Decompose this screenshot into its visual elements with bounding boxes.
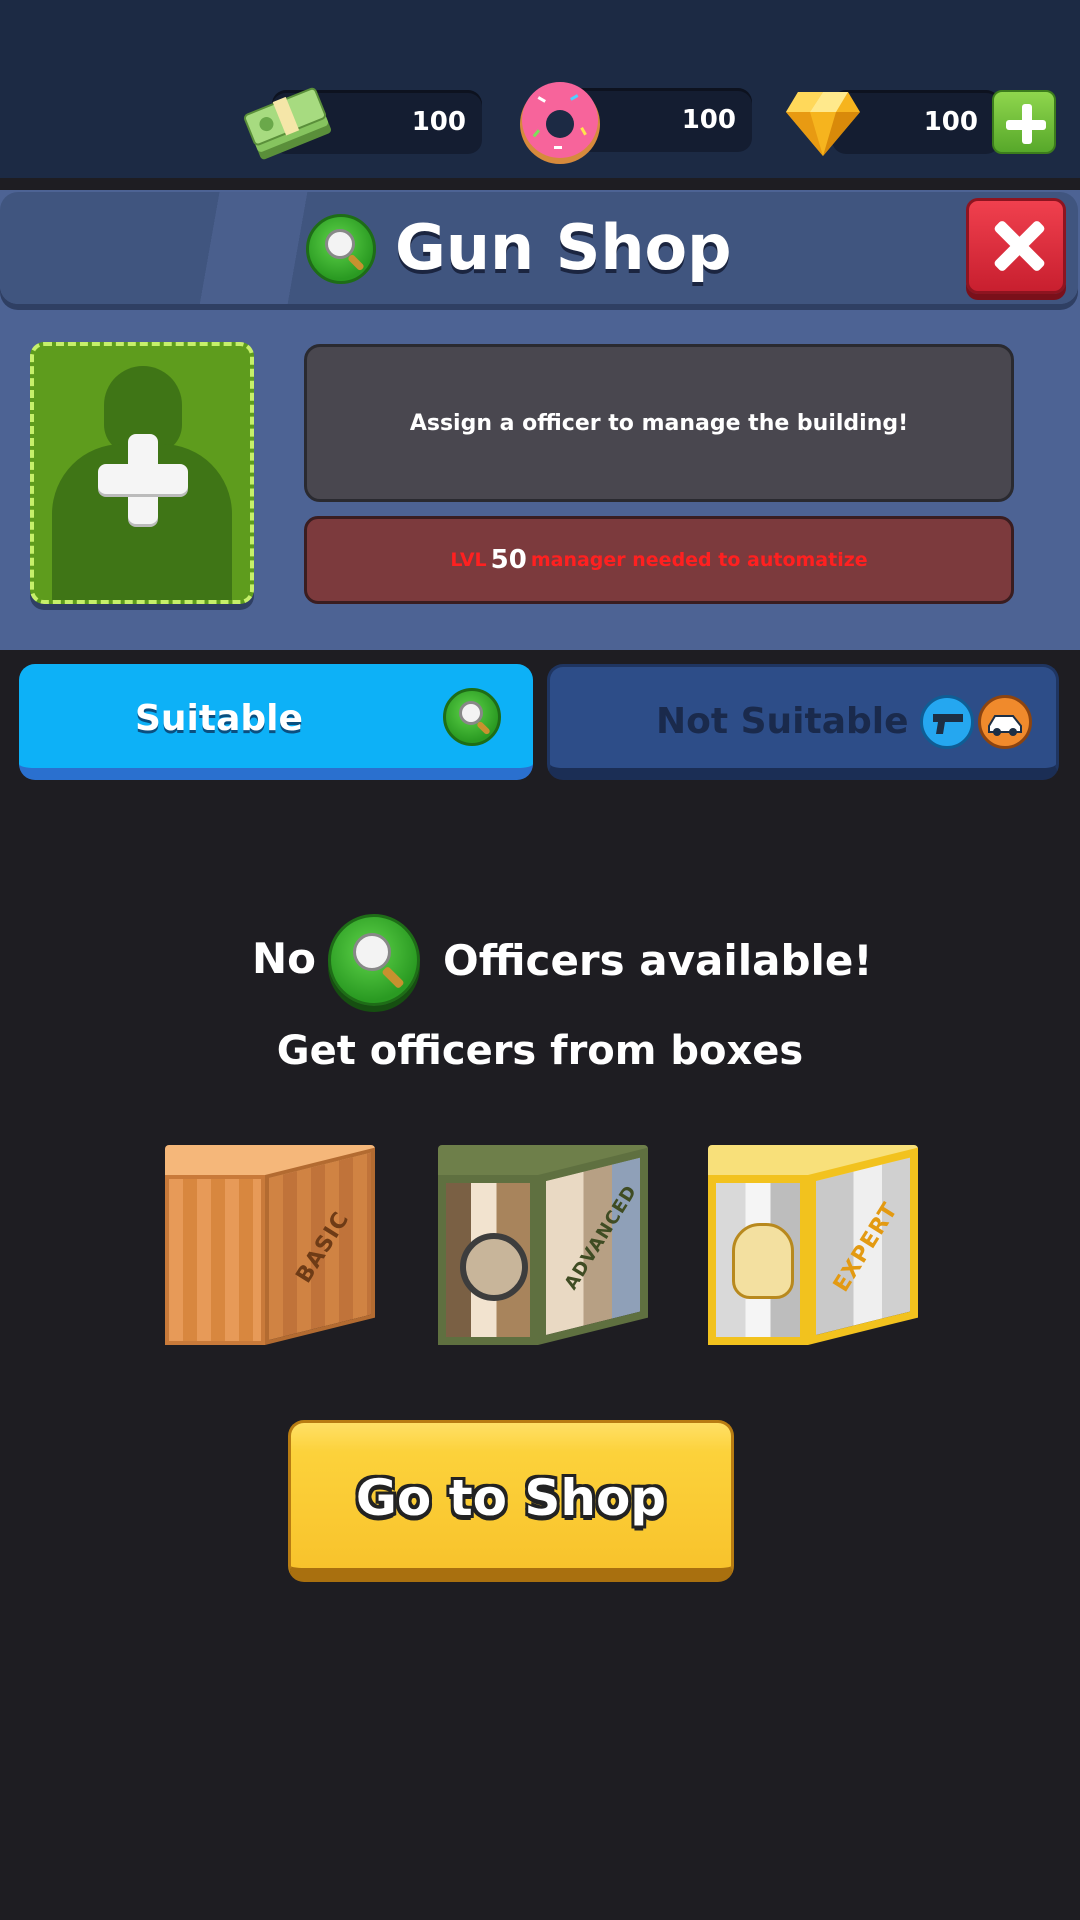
- requirement-level: 50: [490, 545, 527, 575]
- donut-icon: [514, 80, 606, 166]
- cash-value: 100: [411, 107, 466, 137]
- search-badge-icon: [306, 214, 376, 284]
- gem-icon: [784, 84, 862, 160]
- empty-state-subtitle: Get officers from boxes: [276, 1028, 804, 1074]
- police-car-icon: [978, 695, 1032, 749]
- search-badge-icon: [328, 914, 420, 1006]
- pistol-icon: [920, 695, 974, 749]
- assignment-message-text: Assign a officer to manage the building!: [409, 410, 909, 436]
- officer-slot[interactable]: [30, 342, 254, 604]
- expert-box[interactable]: EXPERT: [708, 1145, 918, 1355]
- cash-stack-icon: [242, 82, 334, 166]
- assignment-message: Assign a officer to manage the building!: [304, 344, 1014, 502]
- skull-emblem-icon: [732, 1223, 794, 1299]
- page-title: Gun Shop: [395, 211, 732, 284]
- gem-value: 100: [923, 107, 978, 137]
- tab-suitable[interactable]: Suitable: [19, 664, 533, 780]
- add-gems-button[interactable]: [992, 90, 1056, 154]
- level-requirement: LVL 50 manager needed to automatize: [304, 516, 1014, 604]
- star-emblem-icon: [460, 1233, 528, 1301]
- requirement-suffix: manager needed to automatize: [530, 549, 868, 571]
- close-button[interactable]: [966, 198, 1066, 294]
- tab-suitable-label: Suitable: [135, 698, 303, 739]
- plus-icon: [98, 434, 188, 524]
- go-to-shop-button[interactable]: Go to Shop: [288, 1420, 734, 1582]
- empty-state-prefix: No: [252, 934, 317, 983]
- empty-state-suffix: Officers available!: [443, 936, 873, 985]
- advanced-box[interactable]: ADVANCED: [438, 1145, 648, 1355]
- search-badge-icon: [443, 688, 501, 746]
- basic-box[interactable]: BASIC: [165, 1145, 375, 1355]
- requirement-prefix: LVL: [450, 549, 487, 571]
- tab-not-suitable[interactable]: Not Suitable: [547, 664, 1059, 780]
- donut-value: 100: [681, 105, 736, 135]
- tab-not-suitable-label: Not Suitable: [656, 701, 909, 742]
